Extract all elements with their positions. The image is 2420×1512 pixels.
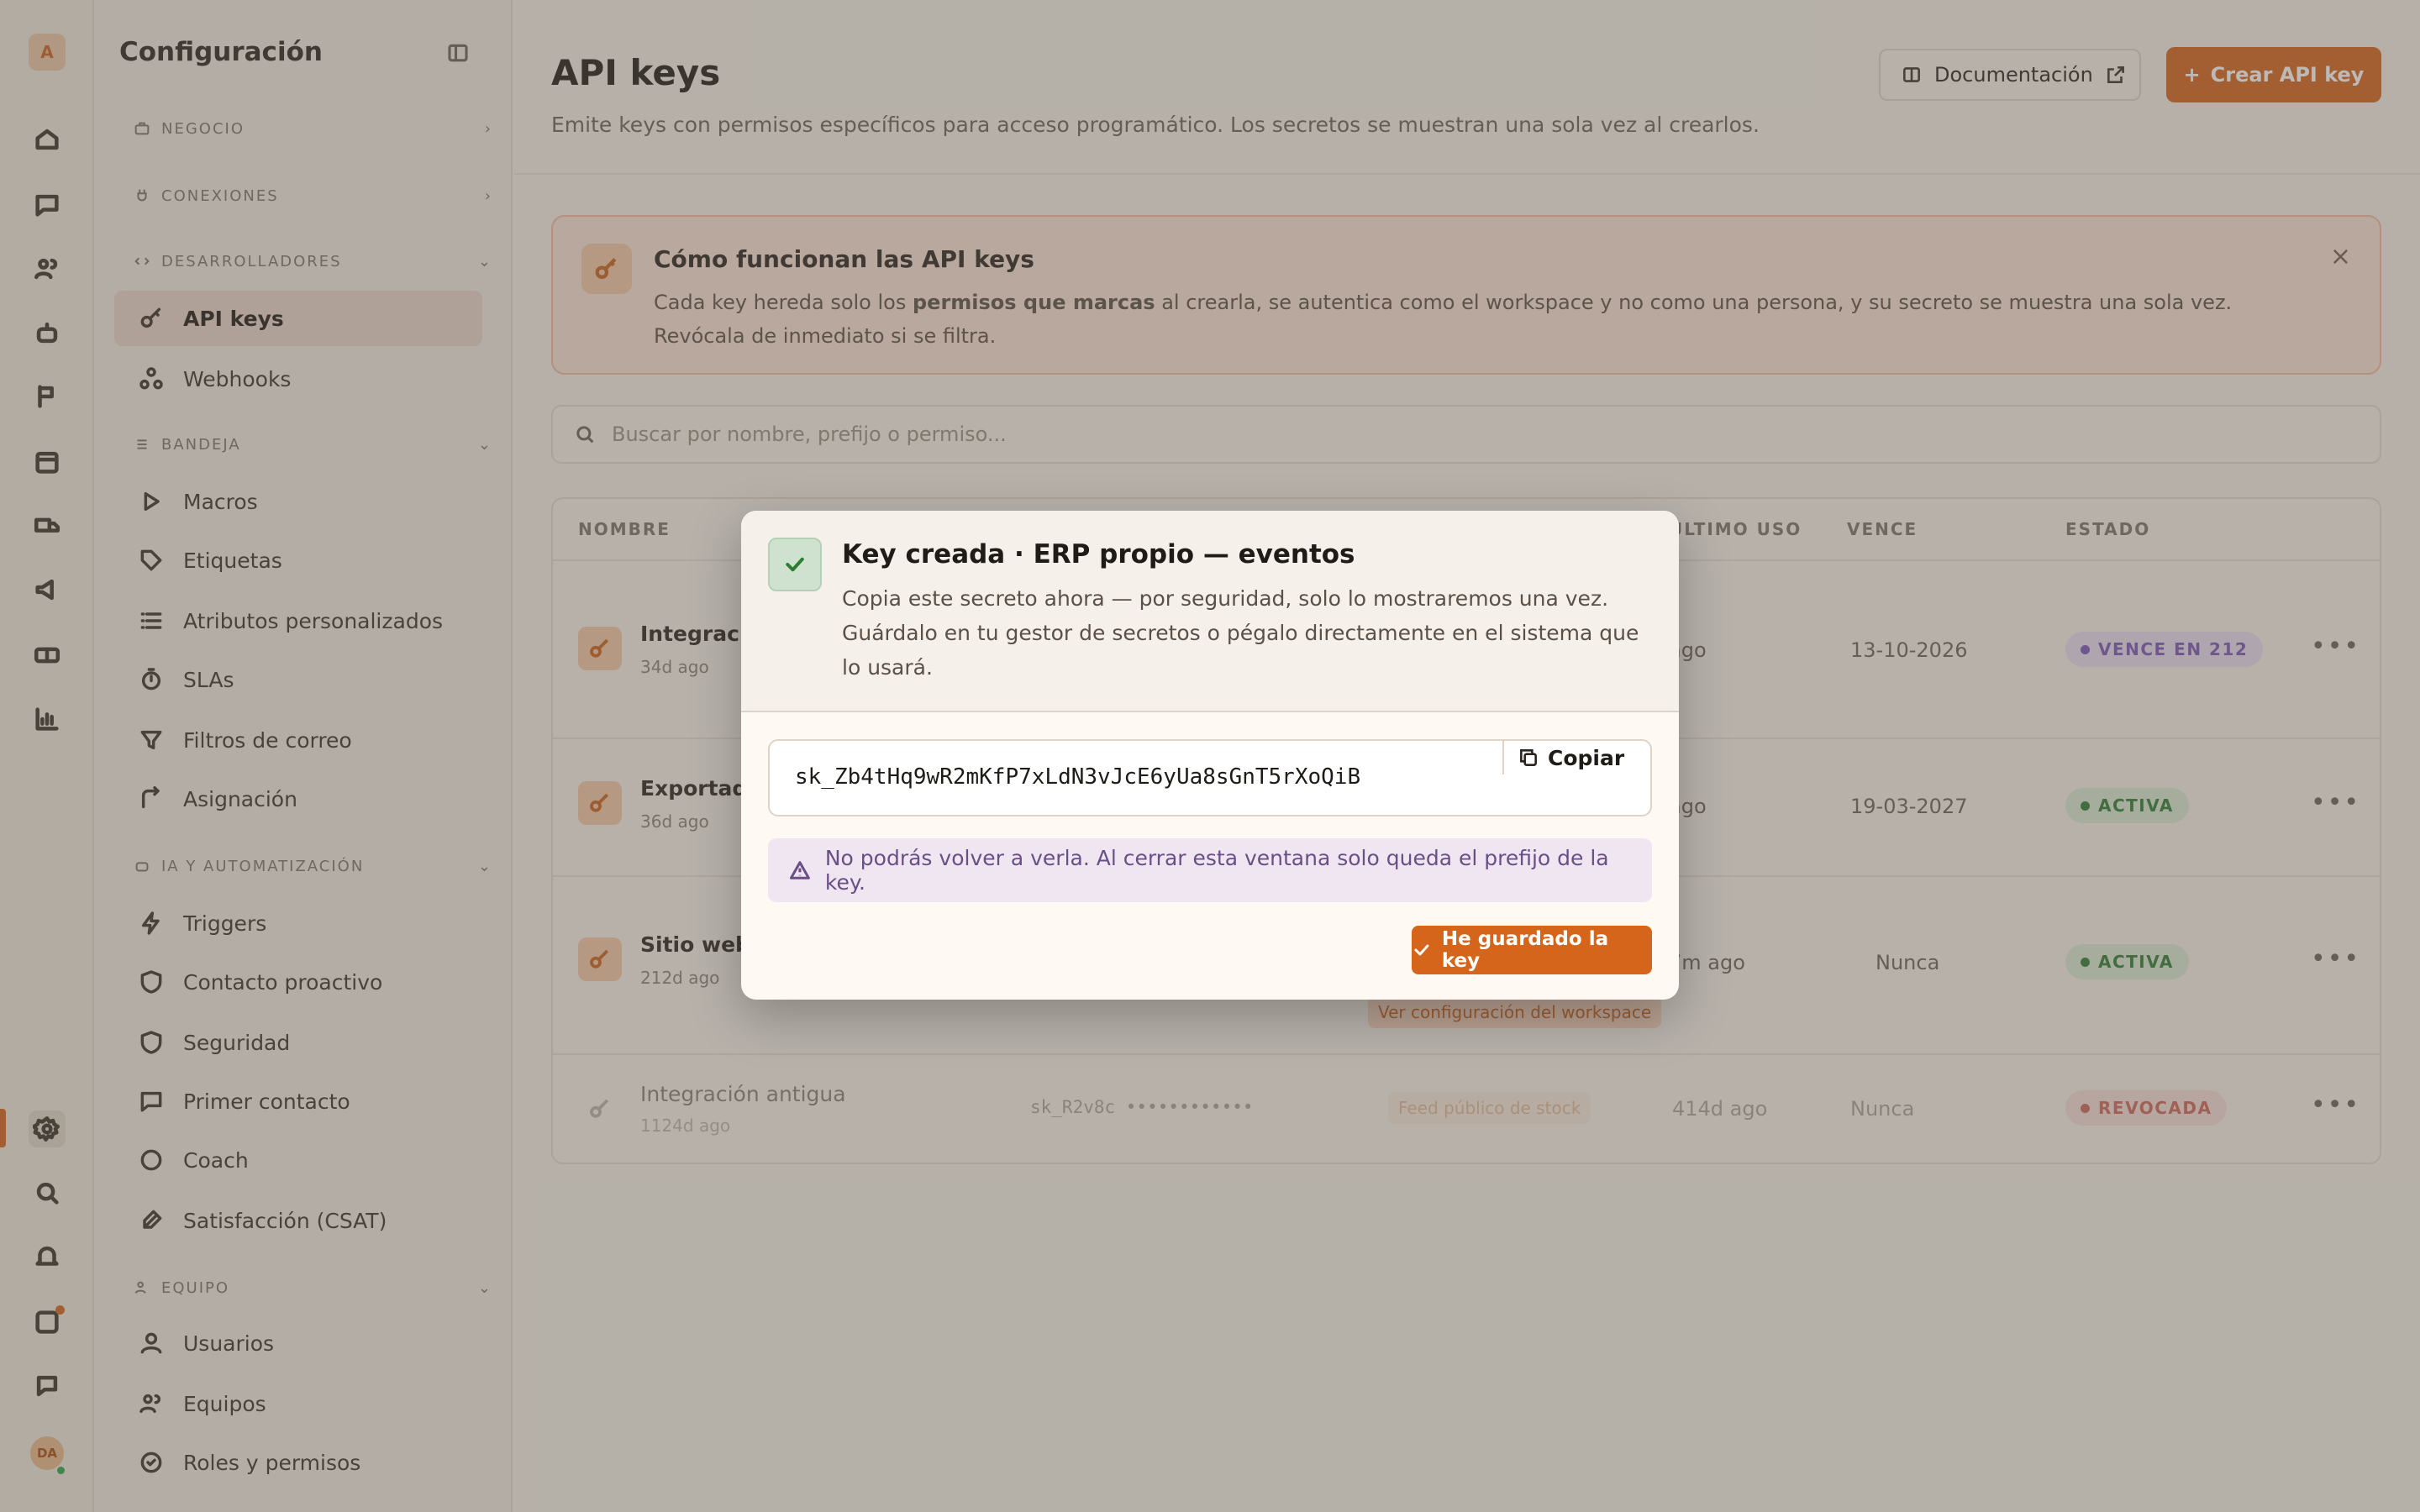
copy-button[interactable]: Copiar	[1518, 741, 1644, 774]
check-icon	[1414, 944, 1429, 956]
dialog-header: Key creada · ERP propio — eventos Copia …	[741, 511, 1679, 712]
dialog-title: Key creada · ERP propio — eventos	[842, 539, 1355, 570]
warning-icon	[789, 861, 810, 879]
secret-value[interactable]: sk_Zb4tHq9wR2mKfP7xLdN3vJcE6yUa8sGnT5rXo…	[795, 764, 1360, 790]
key-created-dialog: Key creada · ERP propio — eventos Copia …	[741, 511, 1679, 1000]
check-icon	[768, 538, 822, 591]
confirm-saved-button[interactable]: He guardado la key	[1412, 926, 1652, 974]
warning-notice: No podrás volver a verla. Al cerrar esta…	[768, 838, 1652, 902]
dialog-description: Copia este secreto ahora — por seguridad…	[842, 586, 1639, 680]
secret-field[interactable]: sk_Zb4tHq9wR2mKfP7xLdN3vJcE6yUa8sGnT5rXo…	[768, 739, 1652, 816]
copy-icon	[1520, 749, 1537, 766]
